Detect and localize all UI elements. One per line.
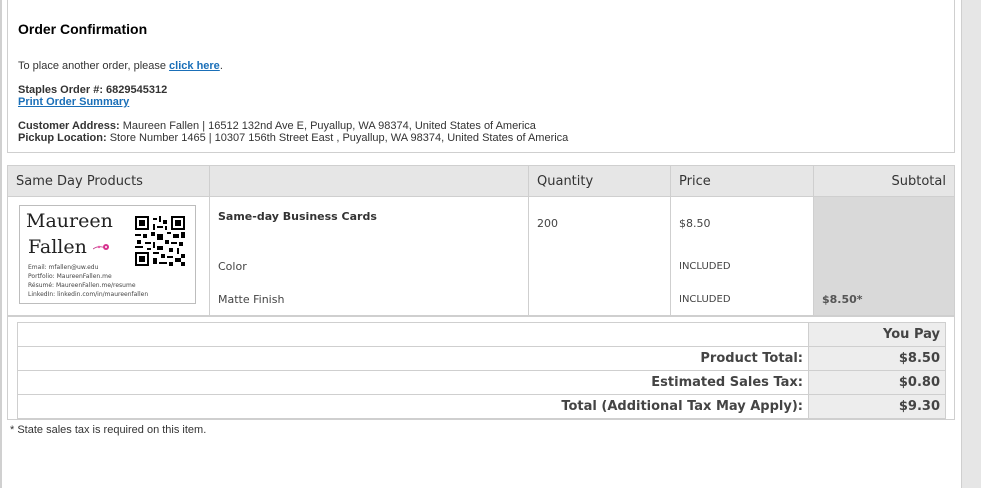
card-name-text: Fallen [28, 236, 87, 258]
card-name-line2: Fallen [28, 236, 111, 258]
click-here-link[interactable]: click here [169, 60, 220, 72]
qr-code-icon [135, 216, 185, 266]
subtotal-value: $8.50* [822, 293, 863, 306]
product-name: Same-day Business Cards [218, 210, 377, 223]
product-total-value: $8.50 [808, 346, 946, 371]
totals-panel: You Pay Product Total: $8.50 Estimated S… [7, 316, 955, 420]
option-color: Color [218, 260, 247, 273]
option-finish-price: INCLUDED [679, 294, 731, 305]
another-order-period: . [219, 60, 223, 72]
print-order-summary-link[interactable]: Print Order Summary [18, 96, 129, 108]
vertical-scrollbar[interactable] [961, 0, 981, 488]
totals-table: You Pay Product Total: $8.50 Estimated S… [17, 322, 946, 419]
card-name-line1: Maureen [26, 210, 113, 232]
table-row: Maureen Fallen Email: mfallen@uw.edu Por… [7, 196, 955, 316]
header-quantity: Quantity [528, 165, 671, 197]
product-total-row: Product Total: $8.50 [17, 346, 946, 371]
sales-tax-label: Estimated Sales Tax: [17, 370, 809, 395]
flower-icon [92, 236, 111, 258]
table-header-row: Same Day Products Quantity Price Subtota… [7, 165, 955, 197]
another-order-line: To place another order, please click her… [18, 60, 223, 72]
quantity-value: 200 [537, 217, 558, 230]
header-product-details [209, 165, 529, 197]
card-email: Email: mfallen@uw.edu [28, 264, 99, 271]
customer-address: Maureen Fallen | 16512 132nd Ave E, Puya… [122, 120, 536, 132]
price-value: $8.50 [679, 217, 711, 230]
pickup-location: Store Number 1465 | 10307 156th Street E… [109, 132, 569, 144]
you-pay-row: You Pay [17, 322, 946, 347]
pickup-location-line: Pickup Location: Store Number 1465 | 103… [18, 132, 568, 144]
another-order-text: To place another order, please [18, 60, 170, 72]
pickup-location-label: Pickup Location: [18, 132, 107, 144]
price-cell: $8.50 INCLUDED INCLUDED [670, 196, 814, 316]
sales-tax-value: $0.80 [808, 370, 946, 395]
customer-address-label: Customer Address: [18, 120, 120, 132]
quantity-cell: 200 [528, 196, 671, 316]
header-price: Price [670, 165, 814, 197]
left-border [0, 0, 2, 488]
business-card-preview: Maureen Fallen Email: mfallen@uw.edu Por… [19, 205, 196, 304]
card-linkedin: LinkedIn: linkedin.com/in/maureenfallen [28, 291, 149, 298]
order-confirmation-panel: Order Confirmation To place another orde… [7, 0, 955, 153]
order-number-label: Staples Order #: [18, 84, 103, 96]
page-title: Order Confirmation [18, 21, 148, 37]
grand-total-row: Total (Additional Tax May Apply): $9.30 [17, 394, 946, 419]
grand-total-value: $9.30 [808, 394, 946, 419]
option-finish: Matte Finish [218, 293, 285, 306]
card-portfolio: Portfolio: MaureenFallen.me [28, 273, 112, 280]
option-color-price: INCLUDED [679, 261, 731, 272]
tax-footnote: * State sales tax is required on this it… [10, 424, 207, 436]
sales-tax-row: Estimated Sales Tax: $0.80 [17, 370, 946, 395]
card-resume: Résumé: MaureenFallen.me/resume [28, 282, 136, 289]
you-pay-spacer [17, 322, 809, 347]
header-same-day-products: Same Day Products [7, 165, 210, 197]
product-details-cell: Same-day Business Cards Color Matte Fini… [209, 196, 529, 316]
customer-address-line: Customer Address: Maureen Fallen | 16512… [18, 120, 536, 132]
order-number: 6829545312 [106, 84, 168, 96]
order-number-line: Staples Order #: 6829545312 [18, 84, 167, 96]
header-subtotal: Subtotal [813, 165, 955, 197]
subtotal-cell: $8.50* [813, 196, 955, 316]
product-image-cell: Maureen Fallen Email: mfallen@uw.edu Por… [7, 196, 210, 316]
products-table: Same Day Products Quantity Price Subtota… [7, 165, 955, 316]
grand-total-label: Total (Additional Tax May Apply): [17, 394, 809, 419]
you-pay-label: You Pay [808, 322, 946, 347]
product-total-label: Product Total: [17, 346, 809, 371]
